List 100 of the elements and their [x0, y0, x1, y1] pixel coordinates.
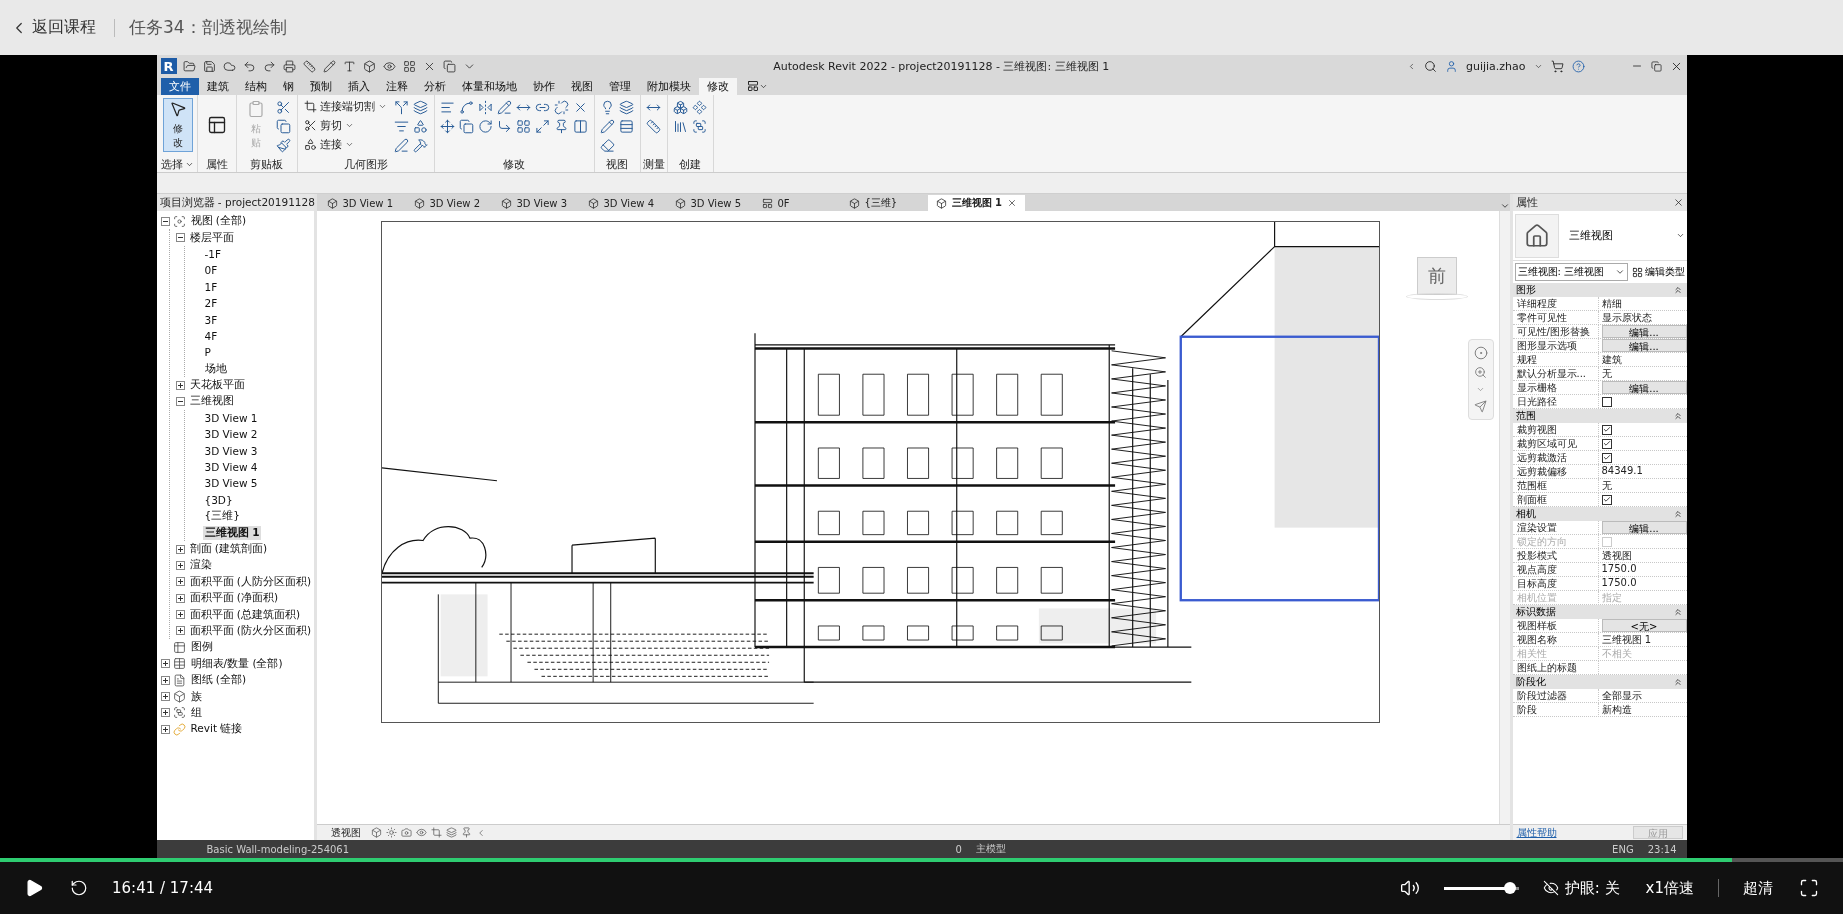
edit-type-button[interactable]: 编辑类型	[1631, 265, 1685, 279]
pen-icon[interactable]	[394, 137, 409, 153]
tree-item[interactable]: 2F	[202, 297, 220, 310]
view-cube[interactable]: 前	[1416, 257, 1457, 295]
tree-item[interactable]: 1F	[202, 280, 220, 293]
split-icon[interactable]	[394, 99, 409, 115]
tree-item[interactable]: 4F	[202, 329, 220, 342]
expand-toggle[interactable]	[175, 560, 185, 570]
expand-toggle[interactable]	[160, 659, 170, 669]
legend-icon[interactable]	[172, 640, 186, 654]
tree-item[interactable]: {3D}	[202, 493, 235, 506]
tree-item[interactable]: 视图 (全部)	[188, 214, 249, 229]
tree-item[interactable]: 场地	[202, 361, 229, 376]
speed-button[interactable]: x1倍速	[1643, 876, 1696, 900]
tree-item[interactable]: 3D View 3	[202, 444, 260, 457]
layers-icon[interactable]	[445, 827, 457, 838]
model-selector[interactable]: 主模型	[975, 842, 1006, 856]
property-button[interactable]: 编辑...	[1601, 325, 1687, 338]
shapes-icon[interactable]	[413, 118, 428, 134]
ruler-icon[interactable]	[302, 59, 316, 73]
pencil-icon[interactable]	[497, 99, 512, 115]
rows-icon[interactable]	[619, 118, 634, 134]
cube-icon[interactable]	[587, 197, 599, 209]
scale-icon[interactable]	[535, 118, 550, 134]
property-button[interactable]: 编辑...	[1601, 521, 1687, 534]
checkbox[interactable]	[1601, 424, 1612, 435]
user-name[interactable]: guijia.zhao	[1465, 59, 1526, 73]
ribbon-button[interactable]: 剪切	[301, 117, 389, 134]
expand-toggle[interactable]	[175, 380, 185, 390]
tree-item[interactable]: -1F	[202, 247, 223, 260]
tree-item[interactable]: 面积平面 (净面积)	[187, 591, 281, 606]
tree-item[interactable]: 楼层平面	[187, 230, 236, 245]
scissors-icon[interactable]	[303, 119, 317, 132]
move-icon[interactable]	[440, 118, 455, 134]
caret-icon[interactable]	[185, 160, 194, 169]
undo-icon[interactable]	[242, 59, 256, 73]
ribbon-button[interactable]: 连接端切割	[301, 98, 389, 115]
cube-icon[interactable]	[674, 197, 686, 209]
menu-tab[interactable]: 体量和场地	[453, 78, 525, 95]
user-icon[interactable]	[1444, 59, 1458, 73]
scrollbar[interactable]	[1498, 211, 1510, 824]
checkbox[interactable]	[1601, 438, 1612, 449]
offset-icon[interactable]	[459, 99, 474, 115]
print-icon[interactable]	[282, 59, 296, 73]
app-logo[interactable]: R	[160, 58, 177, 74]
property-group-header[interactable]: 相机	[1512, 507, 1687, 521]
property-button[interactable]: <无>	[1601, 619, 1687, 632]
tree-item[interactable]: 面积平面 (总建筑面积)	[187, 607, 303, 622]
sheet-icon[interactable]	[172, 673, 186, 687]
shapes-icon[interactable]	[303, 138, 317, 151]
menu-tab[interactable]: 文件	[160, 78, 199, 95]
expand-toggle[interactable]	[175, 593, 185, 603]
help-icon[interactable]	[1571, 59, 1585, 73]
family-icon[interactable]	[172, 690, 186, 703]
align-icon[interactable]	[440, 99, 455, 115]
cube-icon[interactable]	[326, 197, 338, 209]
group-icon[interactable]	[172, 706, 186, 720]
menu-tab[interactable]: 修改	[698, 78, 737, 95]
property-group-header[interactable]: 图形	[1512, 283, 1687, 297]
caret-icon[interactable]	[377, 102, 387, 111]
menu-tab[interactable]: 钢	[274, 78, 302, 95]
mirror-icon[interactable]	[478, 99, 493, 115]
tree-item[interactable]: 剖面 (建筑剖面)	[187, 542, 270, 556]
text-icon[interactable]	[342, 59, 356, 73]
library-icon[interactable]	[673, 118, 688, 134]
tree-item[interactable]: 3F	[202, 313, 220, 326]
brush-icon[interactable]	[276, 137, 291, 153]
menu-tab[interactable]: 插入	[339, 78, 378, 95]
split-icon[interactable]	[573, 118, 588, 134]
expand-toggle[interactable]	[160, 692, 170, 701]
plan-icon[interactable]	[761, 197, 773, 209]
expand-toggle[interactable]	[160, 216, 170, 226]
cloud-icon[interactable]	[222, 59, 236, 73]
tree-item[interactable]: 明细表/数量 (全部)	[188, 656, 285, 671]
tree-item[interactable]: 三维视图 1	[202, 525, 262, 540]
boxes-icon[interactable]	[673, 99, 688, 115]
menu-tab[interactable]: 预制	[301, 78, 340, 95]
tree-item[interactable]: 3D View 5	[202, 477, 260, 490]
cube-icon[interactable]	[500, 197, 512, 209]
menu-tab[interactable]: 附加模块	[638, 78, 699, 95]
menu-tab[interactable]: 视图	[562, 78, 601, 95]
tree-item[interactable]: 图例	[188, 640, 215, 655]
ribbon-button[interactable]: 连接	[301, 136, 389, 153]
layers-icon[interactable]	[413, 99, 428, 115]
trim-icon[interactable]	[497, 118, 512, 134]
tree-item[interactable]: 3D View 1	[202, 411, 260, 424]
layers-icon[interactable]	[619, 99, 634, 115]
tree-item[interactable]: P	[202, 346, 213, 359]
properties-icon[interactable]	[206, 115, 227, 135]
crop-icon[interactable]	[430, 827, 442, 838]
cube-icon[interactable]	[935, 197, 947, 209]
redo-icon[interactable]	[262, 59, 276, 73]
tree-item[interactable]: 0F	[202, 264, 220, 277]
menu-tab[interactable]: 建筑	[198, 78, 237, 95]
tree-item[interactable]: 渲染	[187, 558, 214, 573]
tree-item[interactable]: Revit 链接	[188, 722, 245, 737]
wheel-icon[interactable]	[1473, 346, 1488, 360]
volume-thumb[interactable]	[1503, 882, 1516, 894]
unlink-icon[interactable]	[554, 99, 569, 115]
grid-icon[interactable]	[402, 59, 416, 73]
